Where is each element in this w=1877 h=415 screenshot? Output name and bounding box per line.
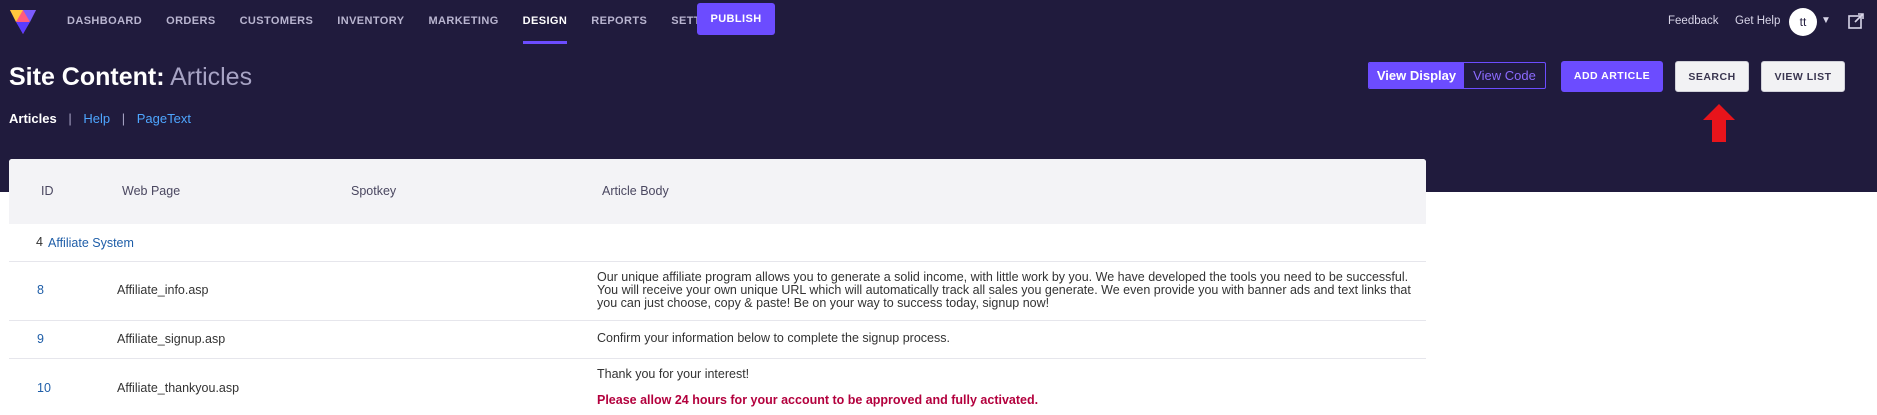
row-id-link[interactable]: 8 [37, 283, 44, 297]
nav-orders[interactable]: ORDERS [166, 0, 215, 44]
column-header-id[interactable]: ID [41, 184, 54, 198]
row-article-body-alert: Please allow 24 hours for your account t… [597, 393, 1039, 407]
nav-customers[interactable]: CUSTOMERS [240, 0, 314, 44]
nav-reports[interactable]: REPORTS [591, 0, 647, 44]
get-help-link[interactable]: Get Help [1735, 0, 1780, 42]
group-id: 4 [36, 235, 43, 249]
annotation-arrow-icon [1703, 104, 1735, 142]
view-list-button[interactable]: VIEW LIST [1761, 61, 1845, 92]
subnav-separator: | [121, 111, 126, 126]
add-article-button[interactable]: ADD ARTICLE [1561, 61, 1663, 92]
nav-links: DASHBOARD ORDERS CUSTOMERS INVENTORY MAR… [67, 0, 753, 44]
nav-marketing[interactable]: MARKETING [428, 0, 498, 44]
row-web-page: Affiliate_signup.asp [117, 332, 226, 346]
view-display-button[interactable]: View Display [1369, 63, 1464, 88]
table-row: 9 Affiliate_signup.asp Confirm your info… [9, 321, 1426, 359]
group-name-link[interactable]: Affiliate System [48, 236, 134, 250]
view-mode-toggle: View Display View Code [1368, 62, 1546, 89]
top-nav: DASHBOARD ORDERS CUSTOMERS INVENTORY MAR… [0, 0, 1877, 44]
avatar[interactable]: tt [1789, 8, 1817, 36]
page-title: Site Content: Articles [9, 63, 252, 92]
column-header-web-page[interactable]: Web Page [122, 184, 180, 198]
column-header-spotkey[interactable]: Spotkey [351, 184, 396, 198]
chevron-down-icon[interactable]: ▼ [1821, 15, 1831, 26]
nav-dashboard[interactable]: DASHBOARD [67, 0, 142, 44]
row-id-link[interactable]: 9 [37, 332, 44, 346]
table-header: ID Web Page Spotkey Article Body [9, 159, 1426, 224]
row-id-link[interactable]: 10 [37, 381, 51, 395]
feedback-link[interactable]: Feedback [1668, 0, 1719, 42]
nav-inventory[interactable]: INVENTORY [337, 0, 404, 44]
page-title-section: Articles [170, 63, 253, 91]
page-title-prefix: Site Content: [9, 63, 165, 91]
search-button[interactable]: SEARCH [1675, 61, 1749, 92]
sub-navigation: Articles | Help | PageText [9, 111, 199, 126]
brand-logo-icon[interactable] [8, 6, 38, 36]
articles-table: ID Web Page Spotkey Article Body 4 Affil… [9, 159, 1426, 415]
table-row: 8 Affiliate_info.asp Our unique affiliat… [9, 262, 1426, 321]
subnav-pagetext-link[interactable]: PageText [137, 111, 191, 126]
external-link-icon[interactable] [1847, 12, 1865, 30]
row-article-body: Thank you for your interest! [597, 367, 750, 381]
column-header-article-body[interactable]: Article Body [602, 184, 669, 198]
row-article-body: Our unique affiliate program allows you … [597, 270, 1411, 310]
subnav-help-link[interactable]: Help [83, 111, 110, 126]
row-article-body: Confirm your information below to comple… [597, 331, 950, 345]
table-group-row: 4 Affiliate System [9, 224, 1426, 262]
row-web-page: Affiliate_thankyou.asp [117, 381, 240, 395]
table-row: 10 Affiliate_thankyou.asp Thank you for … [9, 359, 1426, 415]
subnav-separator: | [68, 111, 72, 126]
subnav-articles: Articles [9, 111, 57, 126]
row-web-page: Affiliate_info.asp [117, 283, 209, 297]
view-code-button[interactable]: View Code [1464, 63, 1545, 88]
publish-button[interactable]: PUBLISH [697, 3, 775, 35]
nav-design[interactable]: DESIGN [522, 0, 568, 44]
